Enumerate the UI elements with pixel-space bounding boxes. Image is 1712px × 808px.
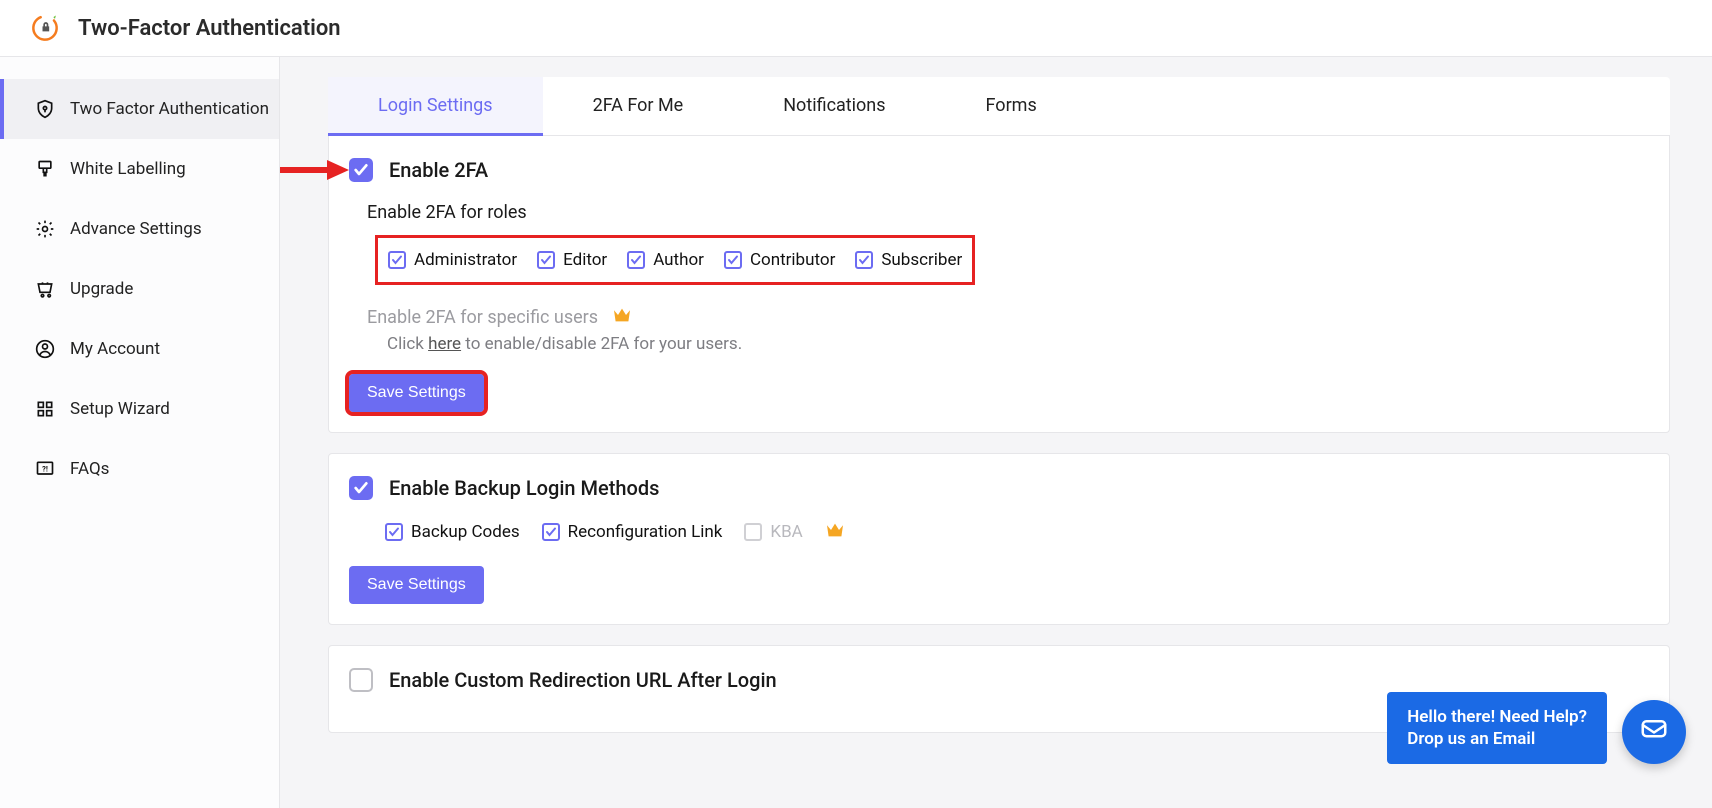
sidebar-item-label: FAQs xyxy=(70,459,109,479)
role-administrator-checkbox[interactable]: Administrator xyxy=(388,250,517,270)
roles-subhead: Enable 2FA for roles xyxy=(367,202,1649,223)
role-label: Author xyxy=(653,250,704,270)
svg-text:?!: ?! xyxy=(42,465,48,474)
role-label: Subscriber xyxy=(881,250,962,270)
sidebar-item-white-labelling[interactable]: White Labelling xyxy=(0,139,279,199)
checkbox-icon xyxy=(385,523,403,541)
sidebar: Two Factor Authentication White Labellin… xyxy=(0,57,280,808)
method-reconfig-link-checkbox[interactable]: Reconfiguration Link xyxy=(542,522,723,542)
gear-icon xyxy=(34,219,56,239)
sidebar-item-label: Two Factor Authentication xyxy=(70,99,269,119)
panel-title: Enable Backup Login Methods xyxy=(389,476,659,500)
specific-users-label: Enable 2FA for specific users xyxy=(367,307,598,328)
sidebar-item-label: Advance Settings xyxy=(70,219,202,239)
role-label: Contributor xyxy=(750,250,835,270)
cart-icon xyxy=(34,279,56,299)
faq-icon: ?! xyxy=(34,459,56,479)
help-chat-button[interactable] xyxy=(1622,700,1686,764)
enable-2fa-checkbox[interactable] xyxy=(349,158,373,182)
help-line-2: Drop us an Email xyxy=(1407,728,1587,750)
tab-label: Notifications xyxy=(783,95,885,116)
role-label: Administrator xyxy=(414,250,517,270)
app-logo-icon xyxy=(30,13,60,43)
sidebar-item-label: White Labelling xyxy=(70,159,186,179)
checkbox-icon xyxy=(855,251,873,269)
method-label: KBA xyxy=(770,522,802,542)
specific-users-hint: Click here to enable/disable 2FA for you… xyxy=(387,334,1649,354)
role-editor-checkbox[interactable]: Editor xyxy=(537,250,607,270)
enable-backup-checkbox[interactable] xyxy=(349,476,373,500)
checkbox-icon xyxy=(388,251,406,269)
tab-label: Login Settings xyxy=(378,95,493,116)
roles-box: Administrator Editor Author Contributor … xyxy=(375,235,975,285)
checkbox-icon xyxy=(542,523,560,541)
help-bubble[interactable]: Hello there! Need Help? Drop us an Email xyxy=(1387,692,1607,764)
chat-icon xyxy=(1639,715,1669,749)
sidebar-item-label: My Account xyxy=(70,339,160,359)
checkbox-icon xyxy=(744,523,762,541)
sidebar-item-label: Upgrade xyxy=(70,279,133,299)
method-label: Reconfiguration Link xyxy=(568,522,723,542)
tabs: Login Settings 2FA For Me Notifications … xyxy=(328,77,1670,136)
tab-label: 2FA For Me xyxy=(593,95,684,116)
user-icon xyxy=(34,339,56,359)
method-label: Backup Codes xyxy=(411,522,520,542)
tab-forms[interactable]: Forms xyxy=(936,77,1087,135)
role-contributor-checkbox[interactable]: Contributor xyxy=(724,250,835,270)
grid-icon xyxy=(34,399,56,419)
tab-label: Forms xyxy=(986,95,1037,116)
help-line-1: Hello there! Need Help? xyxy=(1407,706,1587,728)
sidebar-item-my-account[interactable]: My Account xyxy=(0,319,279,379)
panel-backup-login: Enable Backup Login Methods Backup Codes… xyxy=(328,453,1670,625)
crown-icon xyxy=(825,522,845,542)
crown-icon xyxy=(612,307,632,328)
method-kba-checkbox[interactable]: KBA xyxy=(744,522,802,542)
role-subscriber-checkbox[interactable]: Subscriber xyxy=(855,250,962,270)
save-settings-button[interactable]: Save Settings xyxy=(349,374,484,412)
panel-title: Enable 2FA xyxy=(389,158,488,182)
role-label: Editor xyxy=(563,250,607,270)
checkbox-icon xyxy=(627,251,645,269)
page-title: Two-Factor Authentication xyxy=(78,16,341,41)
checkbox-icon xyxy=(724,251,742,269)
annotation-arrow-icon xyxy=(280,160,349,180)
method-backup-codes-checkbox[interactable]: Backup Codes xyxy=(385,522,520,542)
sidebar-item-setup-wizard[interactable]: Setup Wizard xyxy=(0,379,279,439)
panel-enable-2fa: Enable 2FA Enable 2FA for roles Administ… xyxy=(328,136,1670,433)
tab-notifications[interactable]: Notifications xyxy=(733,77,935,135)
topbar: Two-Factor Authentication xyxy=(0,0,1712,57)
enable-users-link[interactable]: here xyxy=(428,334,461,354)
enable-redirect-checkbox[interactable] xyxy=(349,668,373,692)
sidebar-item-label: Setup Wizard xyxy=(70,399,170,419)
checkbox-icon xyxy=(537,251,555,269)
save-settings-button[interactable]: Save Settings xyxy=(349,566,484,604)
brush-icon xyxy=(34,159,56,179)
tab-2fa-for-me[interactable]: 2FA For Me xyxy=(543,77,734,135)
sidebar-item-faqs[interactable]: ?! FAQs xyxy=(0,439,279,499)
role-author-checkbox[interactable]: Author xyxy=(627,250,704,270)
sidebar-item-upgrade[interactable]: Upgrade xyxy=(0,259,279,319)
panel-title: Enable Custom Redirection URL After Logi… xyxy=(389,668,777,692)
shield-icon xyxy=(34,99,56,119)
sidebar-item-advance-settings[interactable]: Advance Settings xyxy=(0,199,279,259)
sidebar-item-2fa[interactable]: Two Factor Authentication xyxy=(0,79,279,139)
tab-login-settings[interactable]: Login Settings xyxy=(328,77,543,136)
